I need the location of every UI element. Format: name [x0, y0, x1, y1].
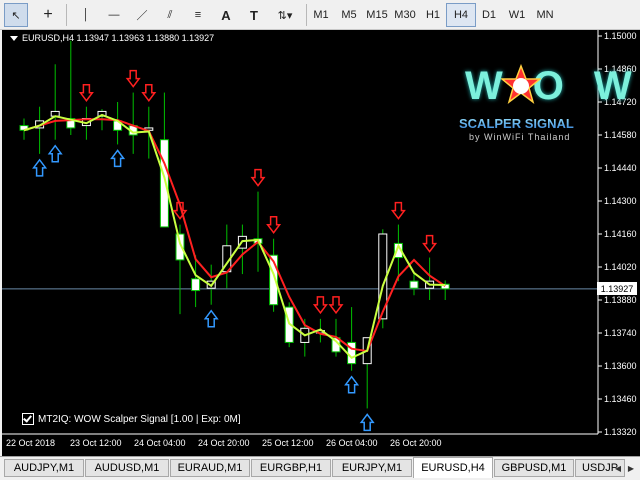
- sell-arrow: [266, 215, 282, 234]
- equidistant-channel-tool-button[interactable]: ⫽: [158, 3, 182, 27]
- fibonacci-icon: ≡: [194, 9, 202, 21]
- logo-wow: WOW: [465, 64, 632, 108]
- buy-arrow: [47, 144, 63, 163]
- price-tick: 1.13880: [604, 295, 637, 305]
- text-label-icon: T: [250, 7, 258, 23]
- chart-header-text: EURUSD,H4 1.13947 1.13963 1.13880 1.1392…: [22, 33, 215, 43]
- text-icon: A: [221, 7, 231, 23]
- price-tick: 1.13460: [604, 394, 637, 404]
- time-tick: 26 Oct 04:00: [326, 438, 378, 448]
- timeframe-h4[interactable]: H4: [446, 3, 476, 27]
- candle-body: [159, 139, 169, 228]
- tab-scroll-left-icon[interactable]: ◀: [612, 461, 624, 475]
- sell-arrow: [422, 234, 438, 253]
- time-tick: 24 Oct 04:00: [134, 438, 186, 448]
- chart-header: EURUSD,H4 1.13947 1.13963 1.13880 1.1392…: [10, 33, 214, 43]
- sell-arrow: [390, 201, 406, 220]
- timeframe-m15[interactable]: M15: [362, 3, 392, 27]
- sell-arrow: [250, 168, 266, 187]
- chart-tab[interactable]: EURGBP,H1: [251, 459, 331, 477]
- checkbox-icon[interactable]: [22, 413, 34, 425]
- arrows-icon: ⇅▾: [277, 9, 293, 22]
- toolbar-separator: [66, 4, 67, 26]
- chart-tab[interactable]: AUDUSD,M1: [85, 459, 169, 477]
- chart-tab[interactable]: GBPUSD,M1: [494, 459, 574, 477]
- fibonacci-tool-button[interactable]: ≡: [186, 3, 210, 27]
- cursor-icon: ↖: [11, 9, 21, 22]
- arrows-tool-button[interactable]: ⇅▾: [270, 3, 300, 27]
- price-tick: 1.14020: [604, 262, 637, 272]
- price-tick: 1.14160: [604, 229, 637, 239]
- text-tool-button[interactable]: A: [214, 3, 238, 27]
- time-tick: 25 Oct 12:00: [262, 438, 314, 448]
- equidistant-channel-icon: ⫽: [167, 8, 173, 21]
- buy-arrow: [203, 309, 219, 328]
- chart-tab[interactable]: EURJPY,M1: [332, 459, 412, 477]
- logo-byline: by WinWiFi Thailand: [469, 132, 571, 142]
- horizontal-line-icon: —: [108, 9, 120, 21]
- price-tick: 1.14440: [604, 163, 637, 173]
- time-tick: 22 Oct 2018: [6, 438, 56, 448]
- candle-body: [409, 280, 419, 289]
- sell-arrow: [312, 296, 328, 315]
- crosshair-icon: +: [43, 6, 53, 23]
- buy-arrow: [359, 413, 375, 432]
- indicator-label[interactable]: MT2IQ: WOW Scalper Signal [1.00 | Exp: 0…: [22, 413, 241, 425]
- timeframe-w1[interactable]: W1: [502, 3, 532, 27]
- sell-arrow: [328, 296, 344, 315]
- timeframe-m30[interactable]: M30: [390, 3, 420, 27]
- tab-scroll-right-icon[interactable]: ▶: [625, 461, 637, 475]
- time-tick: 26 Oct 20:00: [390, 438, 442, 448]
- toolbar: ↖ + │ — ／ ⫽ ≡ A T ⇅▾ M1 M5 M15 M30 H1 H4 D1 W1 M…: [0, 0, 640, 30]
- chart-tab[interactable]: EURUSD,H4: [413, 457, 493, 478]
- vertical-line-tool-button[interactable]: │: [74, 3, 98, 27]
- chart-area[interactable]: EURUSD,H4 1.13947 1.13963 1.13880 1.1392…: [2, 30, 640, 456]
- text-label-tool-button[interactable]: T: [242, 3, 266, 27]
- sell-arrow: [125, 69, 141, 88]
- timeframe-m1[interactable]: M1: [306, 3, 336, 27]
- timeframe-h1[interactable]: H1: [418, 3, 448, 27]
- vertical-line-icon: │: [82, 9, 90, 21]
- time-tick: 24 Oct 20:00: [198, 438, 250, 448]
- price-tick: 1.13600: [604, 361, 637, 371]
- current-price-label: 1.13927: [597, 282, 637, 295]
- trendline-icon: ／: [136, 10, 148, 22]
- chart-tab[interactable]: EURAUD,M1: [170, 459, 250, 477]
- timeframe-d1[interactable]: D1: [474, 3, 504, 27]
- sell-arrow: [141, 83, 157, 102]
- price-tick: 1.15000: [604, 31, 637, 41]
- wow-scalper-logo: WOW SCALPER SIGNAL by WinWiFi Thailand: [457, 64, 632, 148]
- time-tick: 23 Oct 12:00: [70, 438, 122, 448]
- chart-tabs: AUDJPY,M1 AUDUSD,M1 EURAUD,M1 EURGBP,H1 EURJ…: [0, 456, 640, 480]
- buy-arrow: [344, 375, 360, 394]
- price-tick: 1.13320: [604, 427, 637, 437]
- dropdown-triangle-icon: [10, 36, 18, 42]
- sell-arrow: [78, 83, 94, 102]
- trendline-tool-button[interactable]: ／: [130, 3, 154, 27]
- candle-body: [191, 278, 201, 292]
- buy-arrow: [32, 158, 48, 177]
- timeframe-m5[interactable]: M5: [334, 3, 364, 27]
- buy-arrow: [110, 149, 126, 168]
- price-tick: 1.13740: [604, 328, 637, 338]
- horizontal-line-tool-button[interactable]: —: [102, 3, 126, 27]
- timeframe-mn[interactable]: MN: [530, 3, 560, 27]
- price-tick: 1.14580: [604, 130, 637, 140]
- star-icon: [501, 64, 541, 104]
- indicator-label-text: MT2IQ: WOW Scalper Signal [1.00 | Exp: 0…: [38, 413, 241, 425]
- price-tick: 1.14300: [604, 196, 637, 206]
- chart-tab[interactable]: AUDJPY,M1: [4, 459, 84, 477]
- logo-scalper-signal: SCALPER SIGNAL: [459, 116, 574, 131]
- crosshair-tool-button[interactable]: +: [36, 3, 60, 27]
- cursor-tool-button[interactable]: ↖: [4, 3, 28, 27]
